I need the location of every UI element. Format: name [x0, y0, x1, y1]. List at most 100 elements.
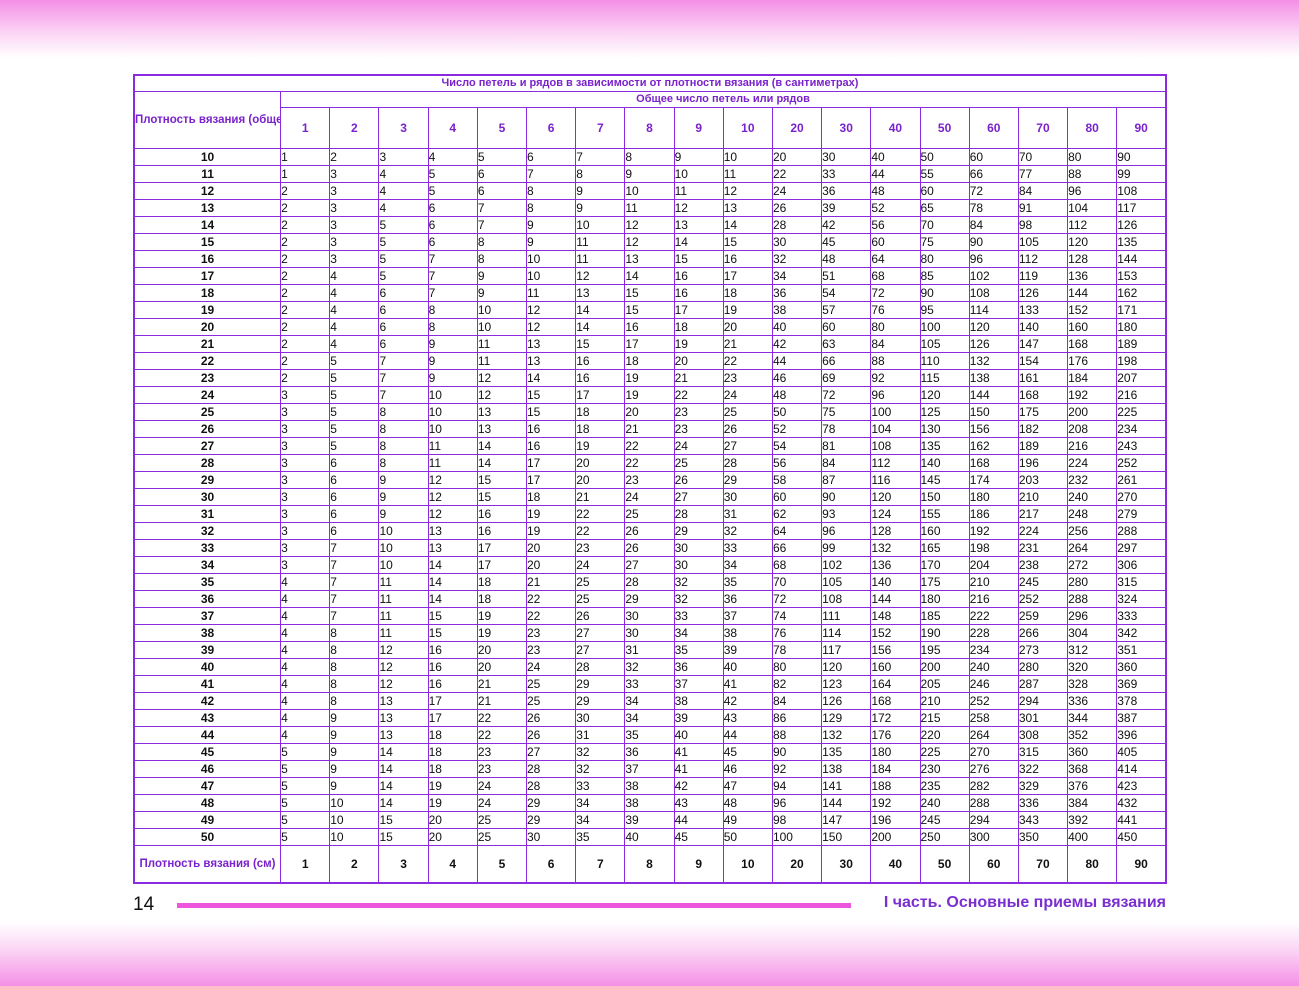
table-cell: 3 [280, 539, 331, 557]
table-cell: 26 [525, 709, 577, 727]
table-cell: 32 [673, 590, 724, 608]
table-cell: 176 [870, 726, 921, 744]
table-cell: 22 [476, 709, 528, 727]
table-cell: 208 [1067, 420, 1118, 438]
table-cell: 15 [378, 811, 429, 829]
table-row: 17 2 4 5 7 9 10 12 14 16 17 34 51 68 85 102 119 136 153 [133, 267, 1167, 285]
table-cell: 7 [329, 590, 380, 608]
table-cell: 5 [378, 233, 429, 251]
row-density-label: 28 [133, 454, 282, 472]
table-cell: 9 [329, 709, 380, 727]
row-density-label: 36 [133, 590, 282, 608]
table-cell: 182 [1017, 420, 1069, 438]
table-cell: 240 [1067, 488, 1118, 506]
table-cell: 9 [427, 352, 478, 370]
table-cell: 8 [476, 250, 528, 268]
table-cell: 4 [378, 182, 429, 200]
table-cell: 3 [378, 148, 429, 166]
table-cell: 28 [673, 505, 724, 523]
table-cell: 368 [1067, 760, 1118, 778]
bottom-decorative-band [0, 922, 1299, 986]
table-cell: 23 [624, 471, 675, 489]
row-density-label: 44 [133, 726, 282, 744]
row-density-label: 37 [133, 607, 282, 625]
table-cell: 13 [673, 216, 724, 234]
table-cell: 6 [329, 454, 380, 472]
table-cell: 4 [329, 335, 380, 353]
table-cell: 4 [280, 675, 331, 693]
table-cell: 120 [821, 658, 872, 676]
row-density-label: 46 [133, 760, 282, 778]
table-cell: 72 [771, 590, 823, 608]
table-cell: 225 [1116, 403, 1167, 421]
row-density-label: 25 [133, 403, 282, 421]
table-cell: 19 [476, 607, 528, 625]
table-cell: 102 [821, 556, 872, 574]
table-cell: 304 [1067, 624, 1118, 642]
table-cell: 360 [1067, 743, 1118, 761]
column-header: 7 [575, 107, 626, 149]
table-cell: 10 [476, 301, 528, 319]
table-cell: 22 [525, 590, 577, 608]
table-cell: 378 [1116, 692, 1167, 710]
table-cell: 4 [280, 607, 331, 625]
table-cell: 117 [821, 641, 872, 659]
table-cell: 396 [1116, 726, 1167, 744]
table-cell: 205 [919, 675, 970, 693]
table-row: 41 4 8 12 16 21 25 29 33 37 41 82 123 164 205 246 287 328… [133, 675, 1167, 693]
table-cell: 352 [1067, 726, 1118, 744]
table-cell: 46 [771, 369, 823, 387]
row-density-label: 10 [133, 148, 282, 166]
table-cell: 98 [771, 811, 823, 829]
table-row: 39 4 8 12 16 20 23 27 31 35 39 78 117 156 195 234 273 312… [133, 641, 1167, 659]
table-cell: 195 [919, 641, 970, 659]
table-cell: 2 [280, 216, 331, 234]
table-cell: 24 [624, 488, 675, 506]
table-cell: 192 [968, 522, 1019, 540]
table-cell: 114 [821, 624, 872, 642]
table-cell: 140 [919, 454, 970, 472]
table-cell: 19 [476, 624, 528, 642]
table-cell: 188 [870, 777, 921, 795]
row-density-label: 17 [133, 267, 282, 285]
footer-column-value: 90 [1116, 845, 1167, 884]
table-cell: 4 [280, 726, 331, 744]
table-cell: 270 [1116, 488, 1167, 506]
table-row: 30 3 6 9 12 15 18 21 24 27 30 60 90 120 150 180 210 240 27… [133, 488, 1167, 506]
table-cell: 8 [378, 403, 429, 421]
table-cell: 228 [968, 624, 1019, 642]
table-cell: 76 [870, 301, 921, 319]
table-cell: 123 [821, 675, 872, 693]
table-row: 26 3 5 8 10 13 16 18 21 23 26 52 78 104 130 156 182 208 23… [133, 420, 1167, 438]
table-cell: 300 [968, 828, 1019, 846]
table-cell: 132 [821, 726, 872, 744]
table-cell: 1 [280, 165, 331, 183]
table-cell: 147 [1017, 335, 1069, 353]
table-cell: 264 [968, 726, 1019, 744]
table-cell: 10 [722, 148, 773, 166]
row-density-label: 13 [133, 199, 282, 217]
table-cell: 33 [624, 675, 675, 693]
table-cell: 38 [722, 624, 773, 642]
table-cell: 26 [575, 607, 626, 625]
footer-column-value: 3 [378, 845, 429, 884]
table-cell: 37 [722, 607, 773, 625]
table-cell: 11 [673, 182, 724, 200]
table-cell: 120 [919, 386, 970, 404]
table-cell: 37 [673, 675, 724, 693]
table-cell: 8 [329, 692, 380, 710]
table-cell: 28 [722, 454, 773, 472]
table-cell: 12 [476, 369, 528, 387]
table-cell: 17 [476, 556, 528, 574]
table-cell: 18 [624, 352, 675, 370]
table-cell: 42 [821, 216, 872, 234]
row-density-label: 42 [133, 692, 282, 710]
table-cell: 20 [525, 556, 577, 574]
table-cell: 18 [476, 590, 528, 608]
footer-column-value: 70 [1017, 845, 1069, 884]
table-cell: 120 [968, 318, 1019, 336]
table-cell: 215 [919, 709, 970, 727]
table-cell: 74 [771, 607, 823, 625]
table-cell: 204 [968, 556, 1019, 574]
table-footer-row: Плотность вязания (см) 1 2 3 4 5 6 7 8 9 10 20 30 40… [133, 845, 1167, 884]
